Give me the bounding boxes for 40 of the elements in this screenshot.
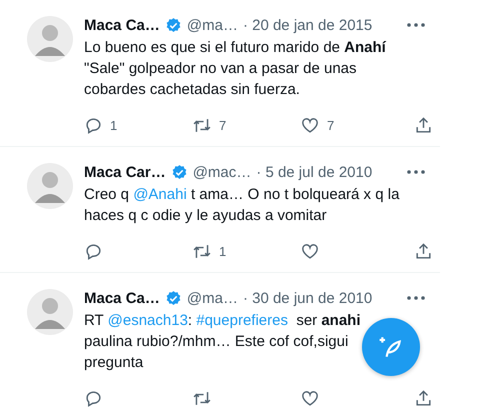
tweet-date[interactable]: · 20 de jan de 2015 (242, 16, 372, 34)
author-handle[interactable]: @ma… (186, 290, 238, 306)
tweet-text: : (188, 312, 194, 329)
author-name[interactable]: Maca Ca… (84, 16, 160, 34)
tweet-text: Creo q (84, 186, 130, 203)
like-icon[interactable] (300, 242, 320, 260)
share-icon[interactable] (414, 242, 433, 260)
more-icon[interactable] (407, 170, 425, 174)
tweet-text: paulina rubio?/mhm… Este cof cof,sigui (84, 333, 348, 350)
tweet-text: RT (84, 312, 104, 329)
retweet-count: 1 (219, 244, 226, 258)
share-icon[interactable] (414, 388, 433, 407)
more-icon[interactable] (407, 296, 425, 300)
avatar[interactable] (27, 16, 73, 62)
more-icon[interactable] (407, 23, 425, 27)
share-icon[interactable] (414, 116, 433, 134)
like-icon[interactable] (300, 116, 320, 134)
like-icon[interactable] (300, 388, 320, 407)
reply-icon[interactable] (84, 388, 103, 407)
tweet-text: cobardes cachetadas sin fuerza. (84, 81, 300, 98)
avatar[interactable] (27, 289, 73, 335)
tweet-text: Lo bueno es que si el futuro marido de Anahí (84, 39, 386, 56)
tweet-text: haces q c odie y le ayudas a vomitar (84, 207, 327, 224)
tweet-text: pregunta (84, 354, 144, 371)
author-handle[interactable]: @ma… (186, 16, 238, 34)
tweet-text: "Sale" golpeador no van a pasar de unas (84, 60, 357, 77)
like-count: 7 (327, 118, 334, 132)
reply-icon[interactable] (84, 242, 103, 260)
reply-count: 1 (110, 118, 118, 132)
retweet-count: 7 (219, 118, 226, 132)
author-name[interactable]: Maca Ca… (84, 290, 160, 306)
avatar[interactable] (27, 163, 73, 209)
tweet-date[interactable]: · 5 de jul de 2010 (256, 164, 372, 180)
author-name[interactable]: Maca Car… (84, 164, 166, 180)
tweet-date[interactable]: · 30 de jun de 2010 (242, 290, 372, 306)
tweet-text: t ama… O no t bolqueará x q la (190, 186, 400, 203)
reply-icon[interactable] (84, 116, 103, 134)
author-handle[interactable]: @mac… (192, 164, 252, 180)
compose-button[interactable] (362, 318, 420, 376)
tweet-text: ser anahi (295, 312, 361, 329)
